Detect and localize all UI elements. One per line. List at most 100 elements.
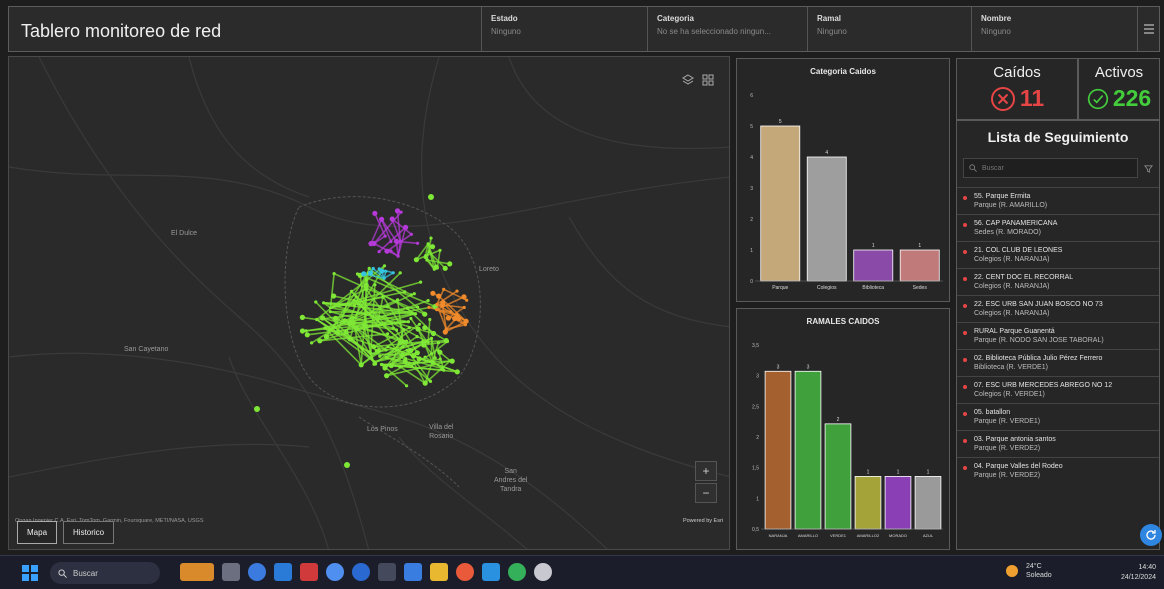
network-node[interactable] (399, 352, 405, 358)
network-node[interactable] (442, 265, 448, 271)
network-node[interactable] (371, 266, 375, 271)
tab-historico[interactable]: Historico (63, 521, 115, 544)
network-node[interactable] (317, 338, 323, 344)
network-node[interactable] (445, 315, 451, 321)
bar-morado[interactable] (884, 476, 912, 530)
network-node[interactable] (428, 317, 432, 322)
network-node[interactable] (431, 361, 435, 365)
network-node[interactable] (354, 295, 358, 299)
weather-widget[interactable]: 24°C Soleado (1004, 562, 1052, 580)
tracking-search-input[interactable]: Buscar (963, 158, 1138, 178)
refresh-fab-button[interactable] (1140, 524, 1162, 546)
bar-amarillo2[interactable] (854, 476, 882, 530)
network-node[interactable] (416, 356, 422, 362)
network-node[interactable] (367, 266, 371, 270)
filter-nombre[interactable]: Nombre Ninguno (971, 7, 1137, 51)
network-node[interactable] (430, 290, 436, 296)
network-node[interactable] (421, 342, 427, 348)
network-node[interactable] (371, 344, 377, 350)
network-node[interactable] (426, 299, 430, 303)
zoom-out-button[interactable]: − (695, 483, 717, 503)
network-node[interactable] (463, 318, 469, 324)
network-node[interactable] (342, 318, 348, 324)
network-node[interactable] (361, 271, 367, 277)
network-node[interactable] (397, 340, 403, 346)
whatsapp-icon[interactable] (508, 563, 526, 581)
network-node[interactable] (403, 356, 408, 361)
outlook-icon[interactable] (482, 563, 500, 581)
network-node[interactable] (363, 282, 369, 288)
network-node[interactable] (347, 336, 353, 342)
chrome-icon[interactable] (456, 563, 474, 581)
taskbar-search[interactable]: Buscar (50, 562, 160, 584)
filter-categoria-value[interactable]: No se ha seleccionado ningun... (657, 27, 798, 36)
network-node[interactable] (412, 292, 416, 296)
network-node[interactable] (394, 328, 399, 332)
network-node[interactable] (382, 365, 388, 371)
network-node[interactable] (315, 317, 319, 322)
network-node[interactable] (304, 332, 310, 338)
tracking-list-item[interactable]: 22. CENT DOC EL RECORRAL Colegios (R. NAR… (957, 268, 1159, 295)
bar-verde1[interactable] (824, 423, 852, 530)
network-node[interactable] (409, 293, 413, 297)
network-node[interactable] (422, 380, 428, 386)
network-node[interactable] (430, 330, 437, 337)
task-view-icon[interactable] (222, 563, 240, 581)
tracking-list-item[interactable]: 05. batallon Parque (R. VERDE1) (957, 403, 1159, 430)
network-node[interactable] (354, 326, 360, 332)
network-node[interactable] (389, 239, 393, 244)
network-node[interactable] (384, 373, 390, 379)
network-node[interactable] (386, 345, 390, 349)
network-node[interactable] (356, 302, 360, 306)
network-node[interactable] (406, 320, 410, 324)
network-node[interactable] (404, 339, 409, 343)
network-node[interactable] (254, 406, 260, 412)
network-node[interactable] (442, 287, 446, 291)
tracking-list-item[interactable]: 21. COL CLUB DE LEONES Colegios (R. NARAN… (957, 241, 1159, 268)
network-node[interactable] (382, 276, 386, 280)
network-node[interactable] (405, 348, 409, 352)
tab-mapa[interactable]: Mapa (17, 521, 58, 544)
edge-browser-icon[interactable] (248, 563, 266, 581)
network-node[interactable] (373, 283, 377, 287)
bar-sedes[interactable] (899, 249, 940, 282)
windows-start-icon[interactable] (22, 565, 38, 581)
bar-biblioteca[interactable] (853, 249, 894, 282)
network-node[interactable] (389, 249, 393, 253)
network-node[interactable] (323, 334, 329, 340)
filter-estado[interactable]: Estado Ninguno (481, 7, 647, 51)
terminal-icon[interactable] (378, 563, 396, 581)
network-node[interactable] (320, 315, 326, 321)
network-node[interactable] (426, 340, 430, 344)
tracking-list-item[interactable]: 55. Parque Ermita Parque (R. AMARILLO) (957, 187, 1159, 214)
network-node[interactable] (349, 316, 353, 320)
network-node[interactable] (429, 244, 436, 250)
network-node[interactable] (440, 300, 446, 306)
network-node[interactable] (386, 332, 390, 336)
tracking-list-item[interactable]: 56. CAP PANAMERICANA Sedes (R. MORADO) (957, 214, 1159, 241)
filter-nombre-value[interactable]: Ninguno (981, 27, 1128, 36)
network-node[interactable] (385, 305, 389, 309)
network-node[interactable] (402, 328, 406, 332)
filter-estado-value[interactable]: Ninguno (491, 27, 638, 36)
map-view[interactable]: + − El Dulce Loreto San Cayetano San And… (8, 56, 730, 550)
layers-icon[interactable] (681, 73, 695, 87)
network-node[interactable] (328, 306, 333, 310)
network-node[interactable] (348, 319, 354, 326)
network-node[interactable] (367, 350, 371, 354)
network-node[interactable] (381, 295, 385, 299)
network-node[interactable] (415, 326, 421, 332)
filter-ramal[interactable]: Ramal Ninguno (807, 7, 971, 51)
network-node[interactable] (391, 326, 395, 330)
bar-colegios[interactable] (806, 156, 847, 282)
network-node[interactable] (428, 379, 433, 383)
network-node[interactable] (412, 361, 416, 365)
bar-naranja[interactable] (764, 370, 792, 530)
powered-by-esri[interactable]: Powered by Esri (683, 518, 723, 524)
tracking-list-item[interactable]: 03. Parque antonia santos Parque (R. VERD… (957, 430, 1159, 457)
network-node[interactable] (423, 355, 427, 359)
network-node[interactable] (388, 362, 394, 369)
network-node[interactable] (405, 384, 409, 388)
network-node[interactable] (377, 267, 381, 271)
network-node[interactable] (373, 362, 378, 366)
